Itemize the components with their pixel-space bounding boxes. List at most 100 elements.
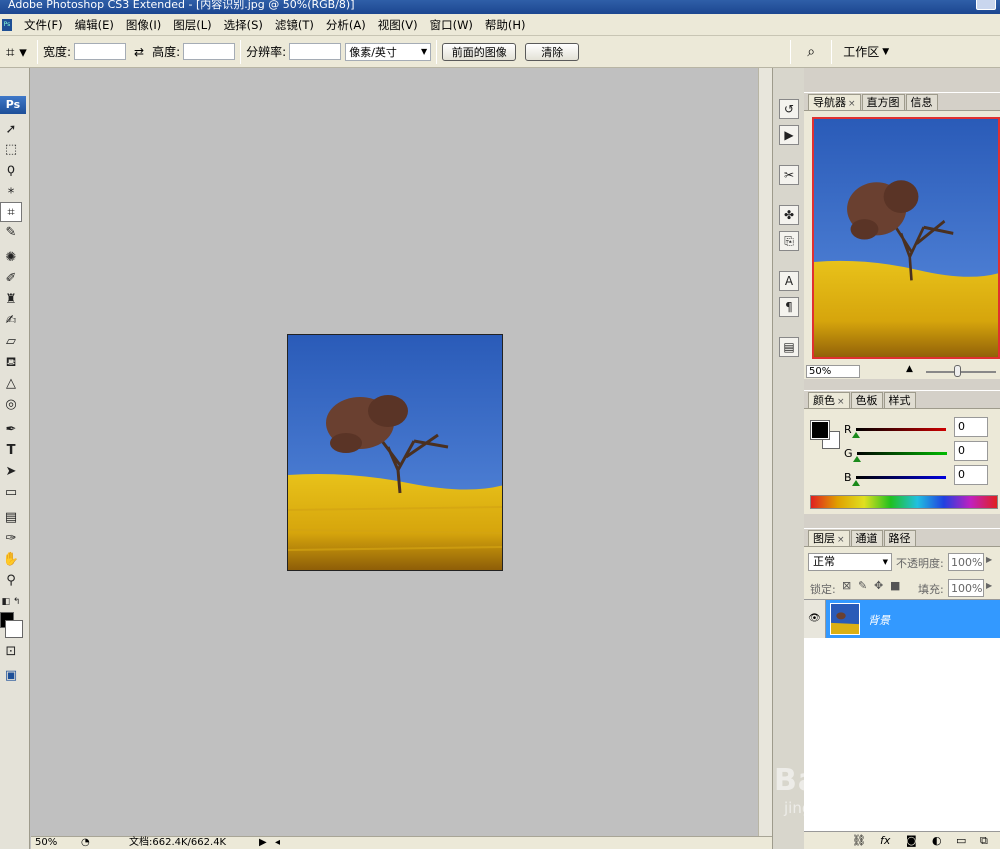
clone-source-panel-icon[interactable]: ⎘ [779,231,799,251]
menu-help[interactable]: 帮助(H) [479,17,532,33]
workspace-menu[interactable]: 工作区 ▼ [843,43,889,60]
paragraph-panel-icon[interactable]: ¶ [779,297,799,317]
file-browser-icon[interactable]: ⌕ [796,44,826,60]
lock-all-icon[interactable]: ■ [890,579,900,592]
quick-mask-icon[interactable]: ⊡ [0,642,22,662]
pen-tool-icon[interactable]: ✒ [0,420,22,440]
menu-image[interactable]: 图像(I) [120,17,167,33]
new-group-icon[interactable]: ▭ [956,834,966,847]
value-input-b[interactable]: 0 [954,465,988,485]
scroll-left-icon[interactable]: ◂ [275,837,280,849]
slider-handle[interactable] [851,479,860,486]
move-tool-icon[interactable]: ➚ [0,120,22,140]
layer-comps-panel-icon[interactable]: ▤ [779,337,799,357]
adjustment-layer-icon[interactable]: ◐ [932,834,942,847]
fill-arrow-icon[interactable]: ▶ [986,581,992,590]
tab-swatches[interactable]: 色板 [850,392,883,408]
lasso-tool-icon[interactable]: ϙ [0,160,22,180]
path-selection-tool-icon[interactable]: ➤ [0,462,22,482]
link-layers-icon[interactable]: ⛓ [852,834,866,847]
layer-style-icon[interactable]: fx [880,834,890,847]
crop-tool-preset-icon[interactable]: ⌗ ▾ [6,43,32,61]
front-image-button[interactable]: 前面的图像 [442,42,517,61]
close-icon[interactable]: × [848,99,856,109]
menu-layer[interactable]: 图层(L) [167,17,217,33]
zoom-level[interactable]: 50% [35,837,57,849]
eraser-tool-icon[interactable]: ▱ [0,332,22,352]
status-info-icon[interactable]: ◔ [81,837,90,849]
brushes-panel-icon[interactable]: ✤ [779,205,799,225]
value-input-r[interactable]: 0 [954,417,988,437]
type-tool-icon[interactable]: T [0,441,22,461]
close-icon[interactable]: × [837,535,845,545]
default-colors-icon[interactable]: ◧ ↰ [0,592,22,612]
clear-button[interactable]: 清除 [525,42,580,61]
fill-input[interactable]: 100% [948,579,984,597]
value-input-g[interactable]: 0 [954,441,988,461]
tab-color[interactable]: 颜色 × [808,392,850,408]
background-color-swatch[interactable] [5,620,23,638]
tab-channels[interactable]: 通道 [850,530,883,546]
height-input[interactable] [183,43,236,60]
width-input[interactable] [74,43,127,60]
app-menu-icon[interactable]: Ps [2,18,12,31]
color-foreground-swatch[interactable] [810,420,830,440]
status-menu-arrow-icon[interactable]: ▶ [259,837,267,849]
visibility-eye-icon[interactable]: 👁 [804,600,826,638]
tab-histogram[interactable]: 直方图 [861,94,905,110]
character-panel-icon[interactable]: A [779,271,799,291]
navigator-zoom-field[interactable]: 50% [806,365,860,378]
menu-view[interactable]: 视图(V) [372,17,424,33]
lock-pixels-icon[interactable]: ✎ [858,579,867,592]
slider-r[interactable] [851,427,946,438]
menu-analysis[interactable]: 分析(A) [320,17,372,33]
window-close-button[interactable] [976,0,996,10]
clone-stamp-tool-icon[interactable]: ♜ [0,290,22,310]
tab-layers[interactable]: 图层 × [808,530,850,546]
healing-brush-tool-icon[interactable]: ✺ [0,248,22,268]
layer-row[interactable]: 👁 背景 [804,600,1000,638]
slice-tool-icon[interactable]: ✎ [0,223,22,243]
lock-transparency-icon[interactable]: ⊠ [842,579,851,592]
vertical-scrollbar[interactable] [758,68,772,836]
opacity-input[interactable]: 100% [948,553,984,571]
hand-tool-icon[interactable]: ✋ [0,550,22,570]
dodge-tool-icon[interactable]: ◎ [0,395,22,415]
opacity-arrow-icon[interactable]: ▶ [986,555,992,564]
crop-tool-icon[interactable]: ⌗ [0,202,22,222]
eyedropper-tool-icon[interactable]: ✑ [0,529,22,549]
slider-handle[interactable] [851,431,860,438]
paint-bucket-tool-icon[interactable]: ⛾ [0,353,22,373]
navigator-thumbnail[interactable] [812,117,1000,359]
history-brush-tool-icon[interactable]: ✍ [0,311,22,331]
resolution-input[interactable] [289,43,342,60]
zoom-slider-thumb[interactable] [954,365,961,377]
shape-tool-icon[interactable]: ▭ [0,483,22,503]
menu-edit[interactable]: 编辑(E) [69,17,120,33]
blend-mode-select[interactable]: 正常 ▼ [808,553,892,571]
tab-paths[interactable]: 路径 [883,530,916,546]
menu-window[interactable]: 窗口(W) [424,17,479,33]
tool-presets-panel-icon[interactable]: ✂ [779,165,799,185]
tab-navigator[interactable]: 导航器 × [808,94,861,110]
brush-tool-icon[interactable]: ✐ [0,269,22,289]
resolution-unit-select[interactable]: 像素/英寸 ▼ [345,42,432,61]
swap-dimensions-icon[interactable]: ⇄ [134,45,144,59]
marquee-tool-icon[interactable]: ⬚ [0,140,22,160]
new-layer-icon[interactable]: ⧉ [980,834,988,848]
zoom-tool-icon[interactable]: ⚲ [0,571,22,591]
tab-info[interactable]: 信息 [905,94,938,110]
close-icon[interactable]: × [837,397,845,407]
history-panel-icon[interactable]: ↺ [779,99,799,119]
spectrum-bar[interactable] [810,495,998,509]
menu-file[interactable]: 文件(F) [18,17,69,33]
lock-position-icon[interactable]: ✥ [874,579,883,592]
slider-g[interactable] [852,451,947,462]
menu-select[interactable]: 选择(S) [218,17,269,33]
layer-name[interactable]: 背景 [868,612,890,628]
document-image[interactable] [287,334,503,571]
screen-mode-icon[interactable]: ▣ [0,666,22,686]
zoom-slider[interactable] [926,371,996,373]
layer-mask-icon[interactable]: ◙ [906,834,917,847]
menu-filter[interactable]: 滤镜(T) [269,17,320,33]
